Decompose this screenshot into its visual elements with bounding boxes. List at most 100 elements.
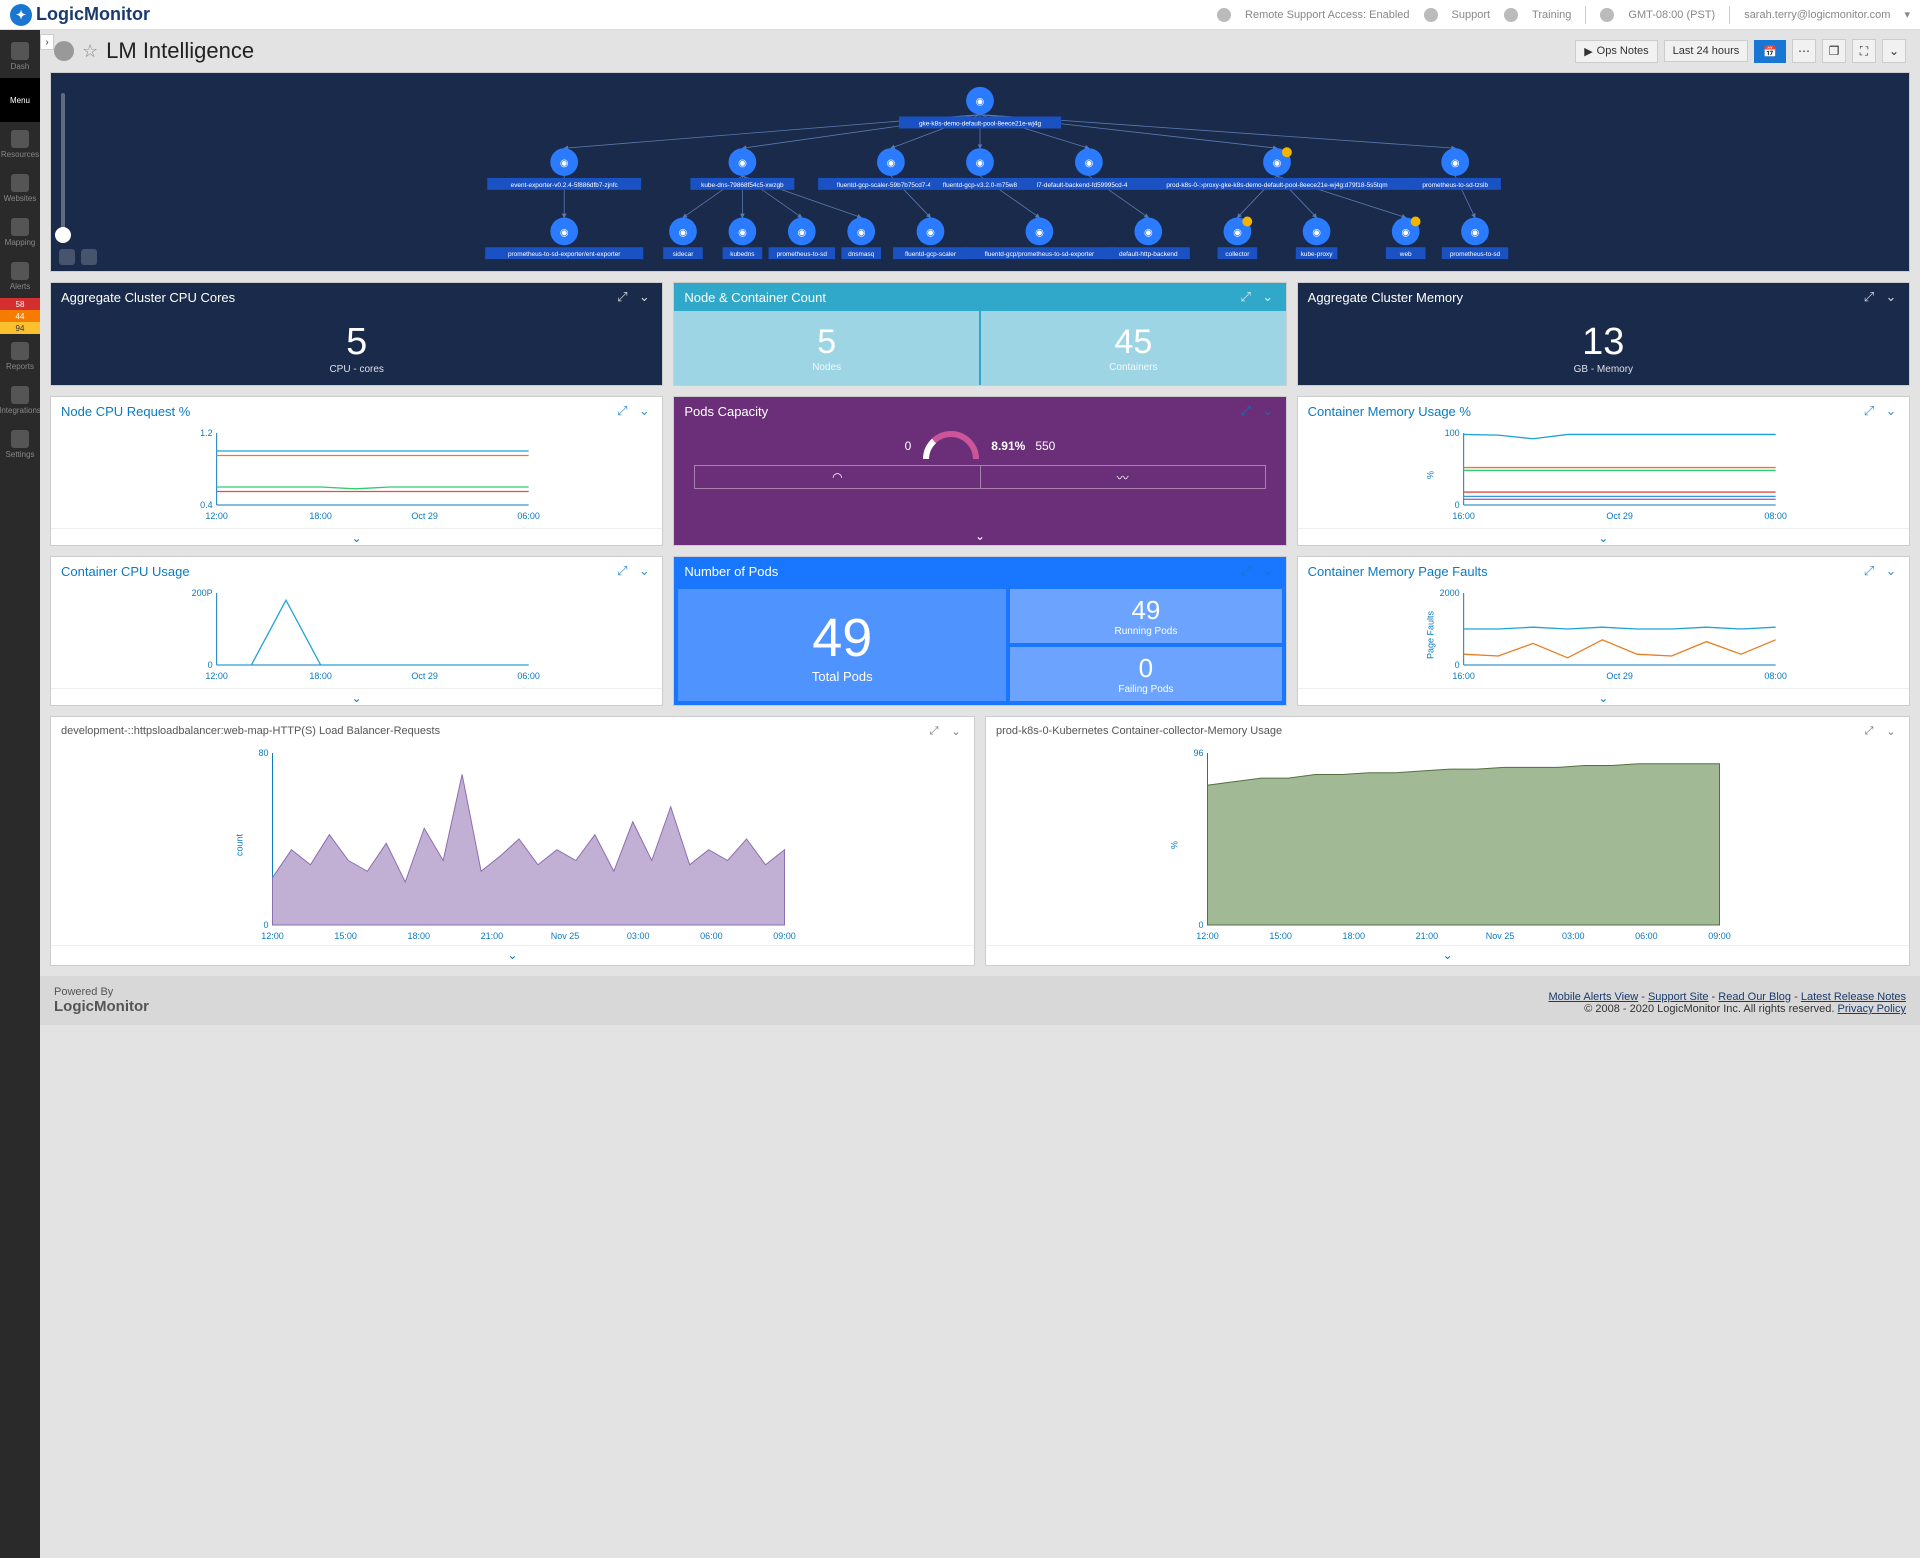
ops-notes-button[interactable]: ▶Ops Notes bbox=[1575, 40, 1657, 63]
expand-icon[interactable]: ⤢ bbox=[1861, 403, 1877, 419]
expand-icon[interactable]: ⤢ bbox=[1861, 289, 1877, 305]
content: ☆ LM Intelligence ▶Ops Notes Last 24 hou… bbox=[40, 30, 1920, 1558]
sidenav-item-resources[interactable]: Resources bbox=[0, 122, 40, 166]
svg-text:◉: ◉ bbox=[1471, 227, 1480, 238]
badge-warn[interactable]: 94 bbox=[0, 322, 40, 334]
svg-text:◉: ◉ bbox=[1401, 227, 1410, 238]
svg-text:21:00: 21:00 bbox=[481, 931, 504, 941]
expand-icon[interactable]: ⤢ bbox=[1238, 289, 1254, 305]
chart-cont-mem[interactable]: 010016:00Oct 2908:00% bbox=[1298, 425, 1909, 525]
remote-support-label: Remote Support Access: Enabled bbox=[1245, 9, 1409, 21]
zoom-slider[interactable] bbox=[61, 93, 65, 243]
chevron-down-icon[interactable]: ⌄ bbox=[636, 563, 652, 579]
layout-icon[interactable] bbox=[59, 249, 75, 265]
footer-link[interactable]: Mobile Alerts View bbox=[1549, 991, 1639, 1003]
svg-text:09:00: 09:00 bbox=[773, 931, 796, 941]
expand-icon[interactable]: ⤢ bbox=[1861, 563, 1877, 579]
expand-chevron[interactable]: ⌄ bbox=[1298, 528, 1909, 546]
chevron-down-icon[interactable]: ⌄ bbox=[1883, 289, 1899, 305]
expand-chevron[interactable]: ⌄ bbox=[51, 688, 662, 706]
chevron-down-icon[interactable]: ⌄ bbox=[636, 289, 652, 305]
sidenav-item-mapping[interactable]: Mapping bbox=[0, 210, 40, 254]
chart-lb[interactable]: 08012:0015:0018:0021:00Nov 2503:0006:000… bbox=[51, 745, 974, 945]
chart-mem-faults[interactable]: 0200016:00Oct 2908:00Page Faults bbox=[1298, 585, 1909, 685]
svg-text:◉: ◉ bbox=[560, 158, 569, 169]
fullscreen-button[interactable]: ⛶ bbox=[1852, 39, 1876, 63]
legend-button[interactable]: ⋯ bbox=[1792, 39, 1816, 63]
expand-icon[interactable]: ⤢ bbox=[1238, 563, 1254, 579]
support-link[interactable]: Support bbox=[1452, 9, 1491, 21]
widget-cpu-cores: Aggregate Cluster CPU Cores⤢⌄ 5CPU - cor… bbox=[50, 282, 663, 386]
expand-icon[interactable]: ⤢ bbox=[1238, 403, 1254, 419]
chevron-down-icon[interactable]: ⌄ bbox=[636, 403, 652, 419]
training-link[interactable]: Training bbox=[1532, 9, 1571, 21]
star-icon[interactable]: ☆ bbox=[82, 41, 98, 62]
expand-icon[interactable]: ⤢ bbox=[614, 289, 630, 305]
svg-text:◉: ◉ bbox=[797, 227, 806, 238]
chevron-down-icon[interactable]: ▾ bbox=[1904, 8, 1910, 21]
divider bbox=[1585, 6, 1586, 24]
chart-node-cpu[interactable]: 0.41.212:0018:00Oct 2906:00 bbox=[51, 425, 662, 525]
expand-chevron[interactable]: ⌄ bbox=[674, 527, 1285, 545]
footer-link[interactable]: Support Site bbox=[1648, 991, 1709, 1003]
sidenav-item-dash[interactable]: Dash bbox=[0, 34, 40, 78]
topbar: ✦ LogicMonitor Remote Support Access: En… bbox=[0, 0, 1920, 30]
expand-chevron[interactable]: ⌄ bbox=[51, 945, 974, 964]
svg-text:◉: ◉ bbox=[679, 227, 688, 238]
svg-text:kube-dns-79868f54c5-xwzgb: kube-dns-79868f54c5-xwzgb bbox=[701, 182, 784, 189]
slider-knob[interactable] bbox=[55, 227, 71, 243]
timezone-label[interactable]: GMT-08:00 (PST) bbox=[1628, 9, 1715, 21]
svg-text:12:00: 12:00 bbox=[205, 511, 228, 521]
svg-text:1.2: 1.2 bbox=[200, 428, 213, 438]
filter-icon[interactable] bbox=[81, 249, 97, 265]
expand-chevron[interactable]: ⌄ bbox=[51, 528, 662, 546]
svg-text:prometheus-to-sd-exporter/ent-: prometheus-to-sd-exporter/ent-exporter bbox=[508, 251, 621, 258]
badge-error[interactable]: 44 bbox=[0, 310, 40, 322]
support-icon[interactable] bbox=[1424, 8, 1438, 22]
badge-critical[interactable]: 58 bbox=[0, 298, 40, 310]
dashboard-title-block: ☆ LM Intelligence bbox=[54, 38, 254, 64]
powered-by: Powered By LogicMonitor bbox=[54, 986, 149, 1015]
chart-cont-cpu[interactable]: 0200P12:0018:00Oct 2906:00 bbox=[51, 585, 662, 685]
expand-icon[interactable]: ⤢ bbox=[614, 403, 630, 419]
chevron-down-icon[interactable]: ⌄ bbox=[1883, 403, 1899, 419]
chevron-down-icon[interactable]: ⌄ bbox=[1883, 563, 1899, 579]
svg-text:96: 96 bbox=[1193, 748, 1203, 758]
sidenav-item-websites[interactable]: Websites bbox=[0, 166, 40, 210]
chevron-down-icon[interactable]: ⌄ bbox=[1883, 723, 1899, 739]
alert-badges[interactable]: 58 44 94 bbox=[0, 298, 40, 334]
sidenav-item-menu[interactable]: Menu bbox=[0, 78, 40, 122]
sidenav-item-settings[interactable]: Settings bbox=[0, 422, 40, 466]
expand-icon[interactable]: ⤢ bbox=[926, 723, 942, 739]
sidenav-toggle[interactable]: › bbox=[40, 34, 54, 50]
training-icon[interactable] bbox=[1504, 8, 1518, 22]
svg-text:l7-default-backend-fd59995cd-4: l7-default-backend-fd59995cd-47sps bbox=[1037, 182, 1141, 189]
svg-text:◉: ◉ bbox=[738, 158, 747, 169]
dashboard-header: ☆ LM Intelligence ▶Ops Notes Last 24 hou… bbox=[40, 30, 1920, 72]
svg-text:Oct 29: Oct 29 bbox=[1606, 511, 1633, 521]
chevron-down-icon[interactable]: ⌄ bbox=[1260, 289, 1276, 305]
footer-link[interactable]: Read Our Blog bbox=[1718, 991, 1791, 1003]
expand-chevron[interactable]: ⌄ bbox=[986, 945, 1909, 964]
sidenav-item-alerts[interactable]: Alerts bbox=[0, 254, 40, 298]
expand-chevron[interactable]: ⌄ bbox=[1298, 688, 1909, 706]
expand-icon[interactable]: ⤢ bbox=[614, 563, 630, 579]
privacy-link[interactable]: Privacy Policy bbox=[1838, 1003, 1906, 1015]
expand-icon[interactable]: ⤢ bbox=[1861, 723, 1877, 739]
more-button[interactable]: ⌄ bbox=[1882, 39, 1906, 63]
user-menu[interactable]: sarah.terry@logicmonitor.com bbox=[1744, 9, 1890, 21]
sidenav-item-reports[interactable]: Reports bbox=[0, 334, 40, 378]
topology-svg[interactable]: ◉gke-k8s-demo-default-pool-8eece21e-wj4g… bbox=[51, 73, 1909, 271]
chart-collector[interactable]: 09612:0015:0018:0021:00Nov 2503:0006:000… bbox=[986, 745, 1909, 945]
footer-link[interactable]: Latest Release Notes bbox=[1801, 991, 1906, 1003]
chevron-down-icon[interactable]: ⌄ bbox=[948, 723, 964, 739]
chevron-down-icon[interactable]: ⌄ bbox=[1260, 403, 1276, 419]
timerange-button[interactable]: Last 24 hours bbox=[1664, 40, 1749, 62]
clone-button[interactable]: ❐ bbox=[1822, 39, 1846, 63]
calendar-button[interactable]: 📅 bbox=[1754, 40, 1786, 63]
sidenav-item-integrations[interactable]: Integrations bbox=[0, 378, 40, 422]
gauge-icon: ◠ bbox=[695, 466, 980, 488]
svg-text:0: 0 bbox=[1198, 920, 1203, 930]
chevron-down-icon[interactable]: ⌄ bbox=[1260, 563, 1276, 579]
timezone-icon[interactable] bbox=[1600, 8, 1614, 22]
